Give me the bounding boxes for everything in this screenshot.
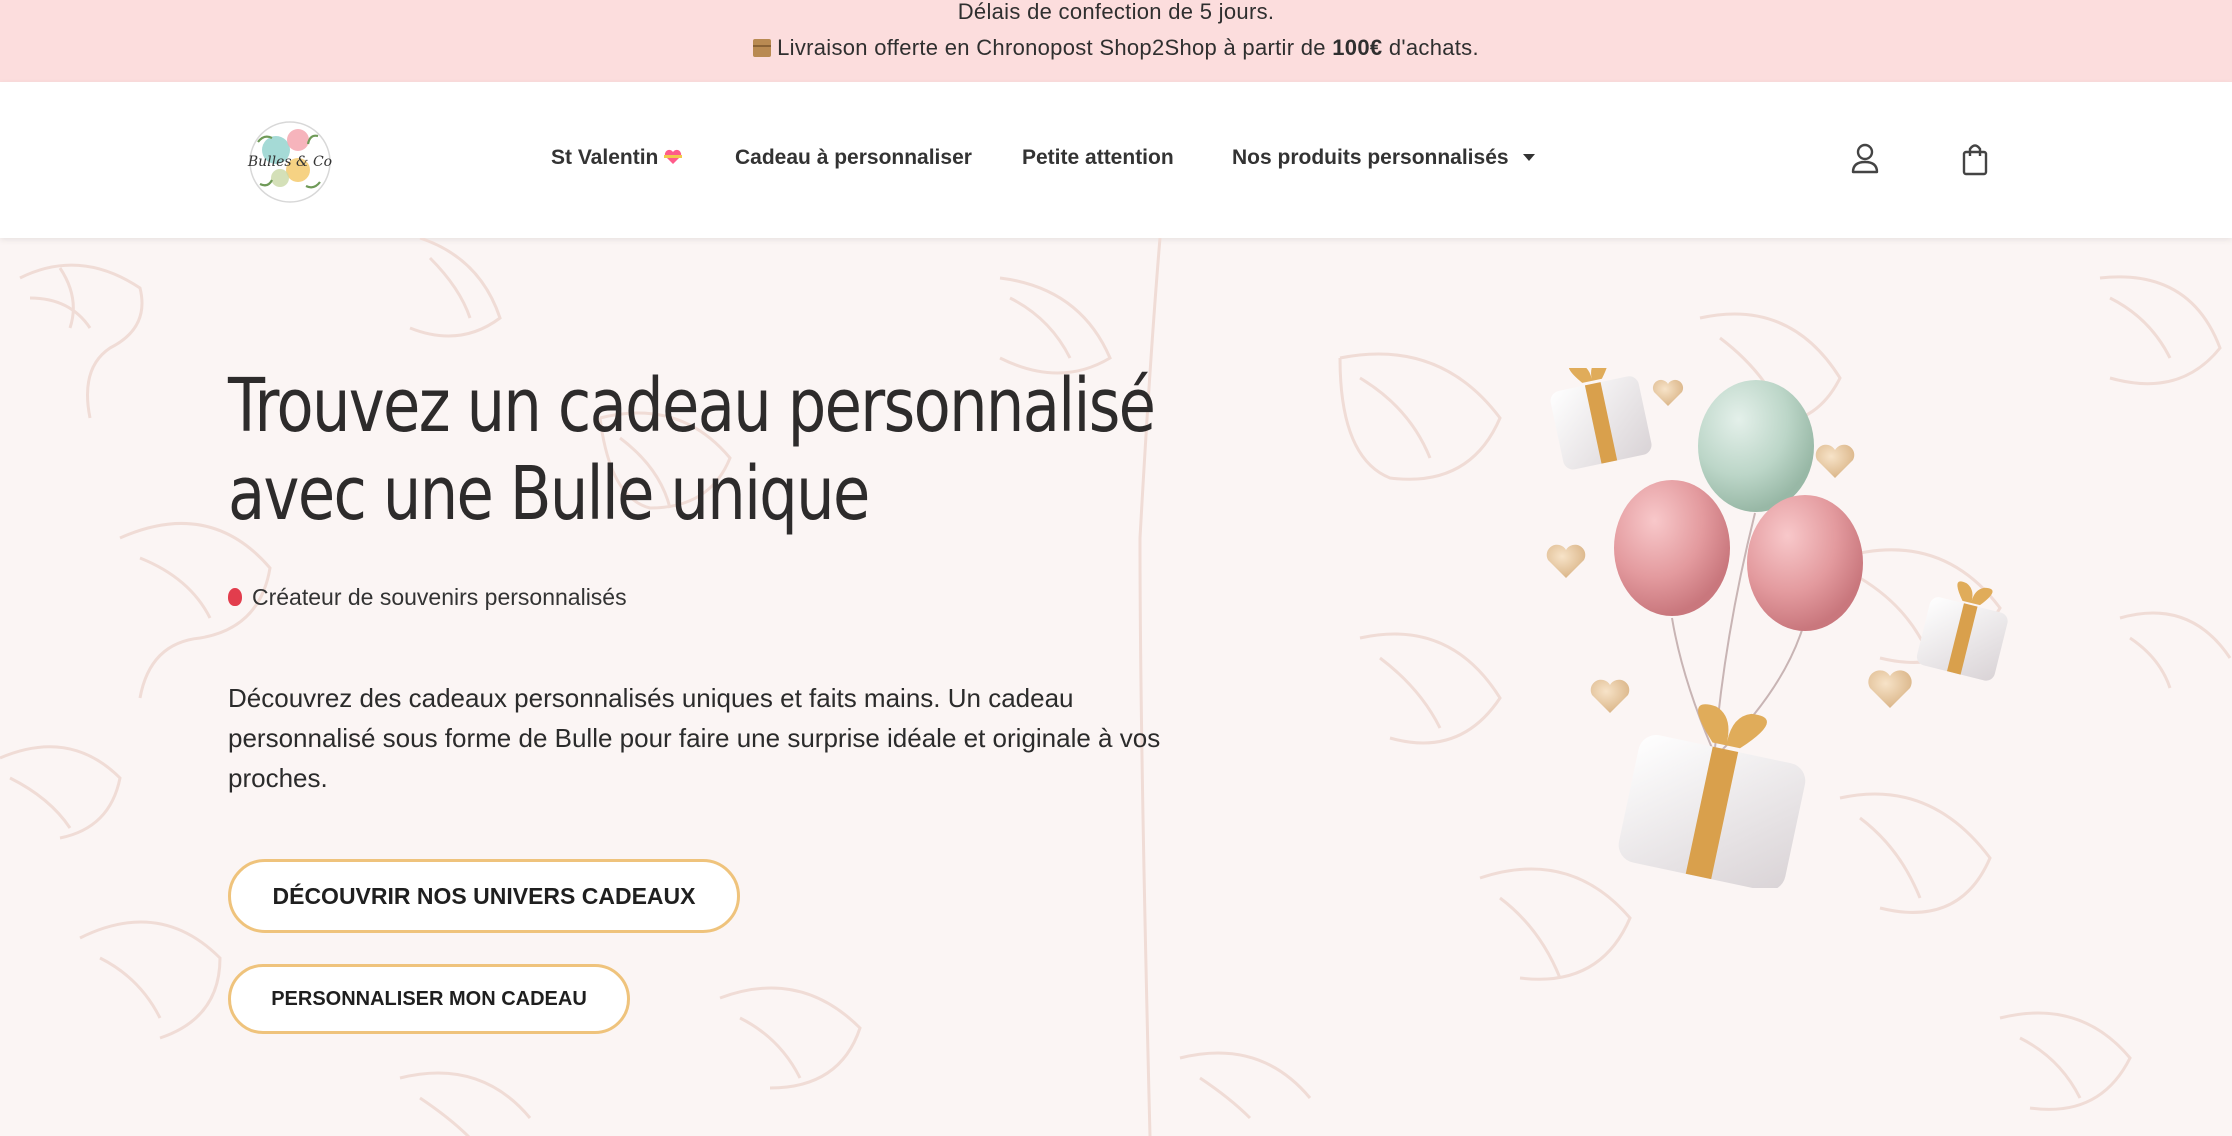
hero-description: Découvrez des cadeaux personnalisés uniq…: [228, 683, 1161, 793]
announcement-line-delay: Délais de confection de 5 jours.: [957, 0, 1275, 24]
logo-icon: Bulles & Co: [247, 121, 332, 203]
cart-icon[interactable]: [1957, 140, 1993, 178]
package-icon: [753, 39, 772, 57]
nav-item-nos-produits[interactable]: Nos produits personnalisés: [1232, 146, 1535, 170]
chevron-down-icon: [1522, 154, 1535, 161]
nav-item-st-valentin[interactable]: St Valentin: [551, 146, 683, 170]
nav-item-petite-attention[interactable]: Petite attention: [1022, 146, 1174, 170]
hero-tagline: Créateur de souvenirs personnalisés: [228, 584, 627, 611]
logo[interactable]: Bulles & Co: [240, 112, 340, 212]
personalize-gift-button[interactable]: PERSONNALISER MON CADEAU: [228, 964, 630, 1034]
balloon-icon: [228, 588, 242, 606]
announcement-bar: Délais de confection de 5 jours. Livrais…: [0, 0, 2232, 82]
svg-text:Bulles & Co: Bulles & Co: [247, 154, 332, 170]
announcement-line-shipping: Livraison offerte en Chronopost Shop2Sho…: [0, 35, 2232, 61]
heart-ribbon-icon: [664, 149, 683, 164]
discover-universes-button[interactable]: DÉCOUVRIR NOS UNIVERS CADEAUX: [228, 859, 740, 933]
nav-item-cadeau-a-personnaliser[interactable]: Cadeau à personnaliser: [735, 146, 972, 170]
hero-section: Trouvez un cadeau personnalisé avec une …: [0, 238, 2232, 1136]
site-header: Bulles & Co St Valentin Cadeau à personn…: [0, 82, 2232, 238]
balloons-gift-illustration: [1546, 368, 2008, 888]
hero-title: Trouvez un cadeau personnalisé avec une …: [228, 363, 1156, 537]
user-icon[interactable]: [1847, 140, 1883, 178]
